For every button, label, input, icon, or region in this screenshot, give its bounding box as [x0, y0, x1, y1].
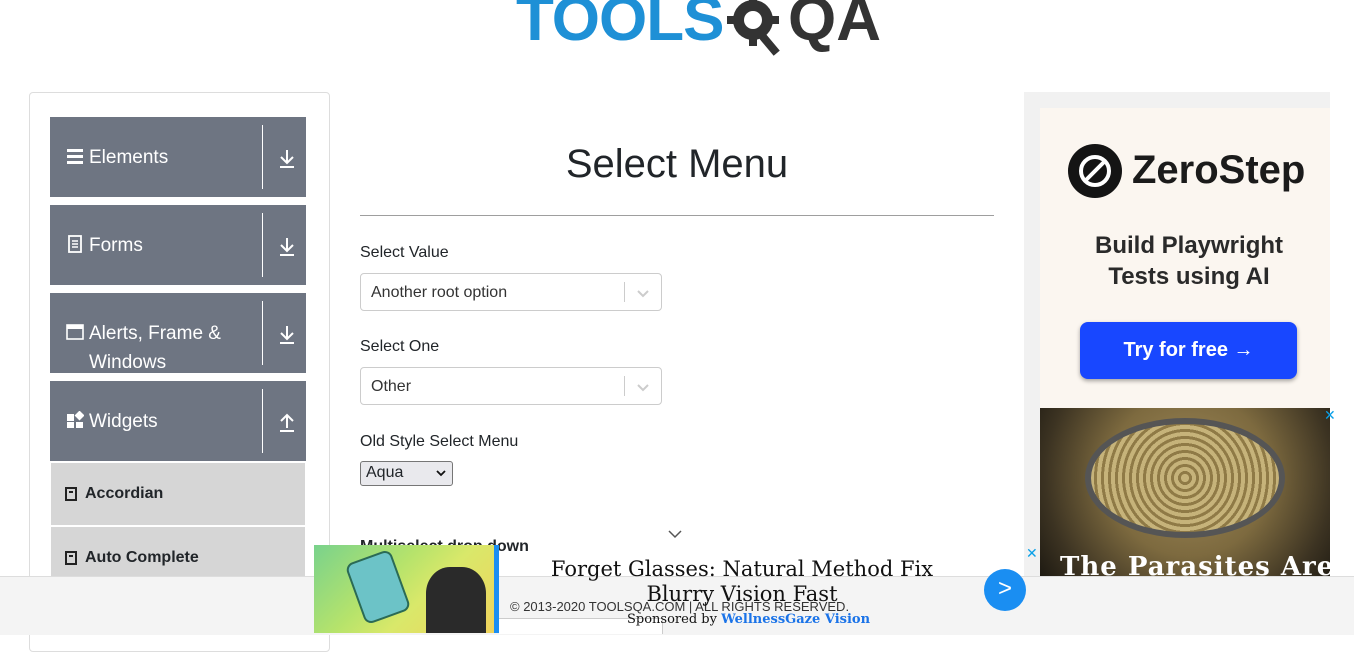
title-divider	[360, 215, 994, 216]
book-icon	[65, 551, 77, 565]
download-arrow-icon[interactable]	[278, 323, 296, 345]
old-style-select-menu[interactable]: Aqua	[360, 461, 453, 486]
sidebar-group-label: Forms	[89, 235, 143, 256]
select-value-current: Another root option	[371, 284, 508, 301]
sponsored-prefix: Sponsored by	[627, 612, 717, 627]
glass-image	[344, 548, 412, 626]
chevron-down-icon	[436, 470, 446, 477]
advertisement-bottom[interactable]: Forget Glasses: Natural Method Fix Blurr…	[314, 545, 1038, 635]
toolsqa-logo[interactable]: TOOLS QA	[516, 0, 881, 60]
ad-brand: ZeroStep	[1132, 148, 1306, 192]
sponsor-name[interactable]: WellnessGaze Vision	[721, 612, 870, 627]
select-one-current: Other	[371, 378, 412, 395]
chevron-down-icon[interactable]	[667, 528, 683, 540]
ad-headline[interactable]: Forget Glasses: Natural Method Fix Blurr…	[522, 557, 962, 607]
divider	[262, 389, 263, 453]
indicator-separator	[624, 282, 625, 302]
ad-sponsored-line: Sponsored by WellnessGaze Vision	[627, 612, 870, 627]
window-icon	[66, 324, 84, 340]
sidebar-group-label: Alerts, Frame & Windows	[89, 323, 221, 373]
select-one-dropdown[interactable]: Other	[360, 367, 662, 405]
sidebar-group-forms[interactable]: Forms	[50, 205, 306, 285]
advertisement-right[interactable]: ZeroStep Build Playwright Tests using AI…	[1024, 92, 1330, 576]
sidebar-group-widgets[interactable]: Widgets	[50, 381, 306, 461]
sidebar-item-label: Auto Complete	[85, 549, 199, 566]
gear-icon	[727, 0, 780, 56]
strainer-image	[1085, 418, 1285, 538]
ad-go-button[interactable]: >	[984, 569, 1026, 611]
close-icon[interactable]: ✕	[1324, 407, 1338, 423]
ad-thumbnail[interactable]	[314, 545, 494, 633]
old-style-select-value: Aqua	[366, 464, 404, 481]
document-icon	[68, 235, 82, 253]
indicator-separator	[624, 376, 625, 396]
ad-cta-button[interactable]: Try for free →	[1080, 322, 1297, 379]
page-title: Select Menu	[565, 142, 789, 186]
sidebar: Elements Forms Alerts, Frame & Windows W…	[29, 92, 330, 652]
book-icon	[65, 487, 77, 501]
ad-tagline: Build Playwright Tests using AI	[1094, 232, 1283, 290]
old-style-select-label: Old Style Select Menu	[360, 433, 519, 450]
logo-text-tools: TOOLS	[516, 0, 724, 54]
zerostep-ad[interactable]: ZeroStep Build Playwright Tests using AI…	[1040, 108, 1330, 408]
hamburger-icon	[67, 149, 83, 164]
select-value-label: Select Value	[360, 244, 449, 261]
ad-image[interactable]	[1040, 408, 1330, 576]
chevron-down-icon[interactable]	[635, 380, 651, 394]
sidebar-group-label: Elements	[89, 147, 169, 168]
sidebar-item-accordian[interactable]: Accordian	[51, 463, 305, 525]
select-value-dropdown[interactable]: Another root option	[360, 273, 662, 311]
chevron-down-icon[interactable]	[635, 286, 651, 300]
divider	[262, 301, 263, 365]
person-image	[426, 567, 486, 633]
scrollbar[interactable]	[1354, 0, 1366, 635]
sidebar-group-alerts[interactable]: Alerts, Frame & Windows	[50, 293, 306, 373]
divider	[262, 125, 263, 189]
divider	[262, 213, 263, 277]
widgets-icon	[67, 411, 84, 428]
zerostep-logo-icon	[1068, 144, 1122, 198]
download-arrow-icon[interactable]	[278, 235, 296, 257]
download-arrow-icon[interactable]	[278, 147, 296, 169]
sidebar-group-elements[interactable]: Elements	[50, 117, 306, 197]
logo-text-qa: QA	[788, 0, 881, 54]
sidebar-group-label: Widgets	[89, 411, 158, 432]
close-icon[interactable]: ✕	[1026, 545, 1038, 562]
select-one-label: Select One	[360, 338, 440, 355]
upload-arrow-icon[interactable]	[278, 411, 296, 433]
sidebar-item-label: Accordian	[85, 485, 164, 502]
